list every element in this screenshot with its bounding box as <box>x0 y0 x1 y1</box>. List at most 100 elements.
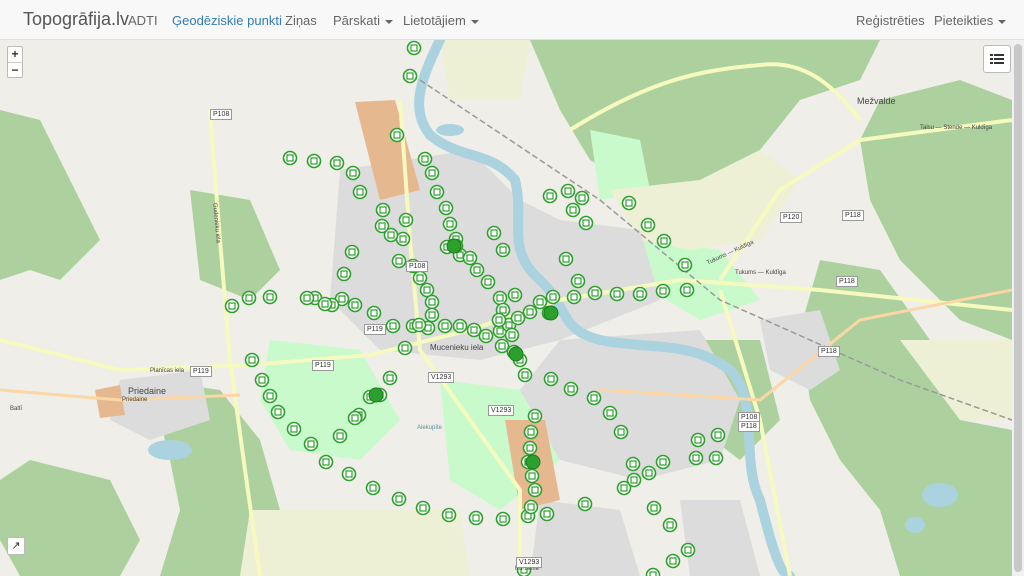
geodetic-point-marker[interactable] <box>491 312 507 328</box>
geodetic-point-marker[interactable] <box>656 233 672 249</box>
geodetic-point-marker[interactable] <box>632 286 648 302</box>
geodetic-point-marker[interactable] <box>523 424 539 440</box>
map-canvas[interactable]: Mežvalde Priedaine Priedaine Mucenieku i… <box>0 40 1012 576</box>
geodetic-point-marker[interactable] <box>710 427 726 443</box>
geodetic-point-marker[interactable] <box>609 286 625 302</box>
geodetic-point-marker[interactable] <box>625 456 641 472</box>
geodetic-point-marker[interactable] <box>480 274 496 290</box>
geodetic-point-marker[interactable] <box>397 340 413 356</box>
geodetic-point-marker[interactable] <box>558 251 574 267</box>
geodetic-point-marker[interactable] <box>626 472 642 488</box>
geodetic-point-marker[interactable] <box>507 287 523 303</box>
geodetic-point-marker[interactable] <box>244 352 260 368</box>
geodetic-point-marker[interactable] <box>385 318 401 334</box>
geodetic-point-marker[interactable] <box>587 285 603 301</box>
nav-geodetic-points[interactable]: Ģeodēziskie punkti <box>172 13 282 28</box>
expand-button[interactable]: ↗ <box>7 537 25 555</box>
geodetic-point-marker[interactable] <box>645 567 661 576</box>
geodetic-point-marker[interactable] <box>545 289 561 305</box>
geodetic-point-marker[interactable] <box>286 421 302 437</box>
geodetic-point-marker[interactable] <box>224 298 240 314</box>
geodetic-point-marker[interactable] <box>522 304 538 320</box>
geodetic-point-marker[interactable] <box>317 296 333 312</box>
geodetic-point-marker[interactable] <box>486 225 502 241</box>
nav-register[interactable]: Reģistrēties <box>856 13 925 28</box>
scrollbar-thumb[interactable] <box>1014 44 1022 572</box>
nav-reports[interactable]: Pārskati <box>333 13 393 28</box>
geodetic-point-marker[interactable] <box>586 390 602 406</box>
geodetic-point-marker[interactable] <box>402 68 418 84</box>
geodetic-point-marker[interactable] <box>395 231 411 247</box>
geodetic-point-marker[interactable] <box>468 510 484 526</box>
geodetic-point-marker[interactable] <box>517 367 533 383</box>
geodetic-point-marker[interactable] <box>510 310 526 326</box>
geodetic-point-marker[interactable] <box>641 465 657 481</box>
geodetic-point-marker[interactable] <box>504 327 520 343</box>
layers-button[interactable] <box>983 45 1011 73</box>
geodetic-point-marker[interactable] <box>282 150 298 166</box>
geodetic-point-marker[interactable] <box>437 318 453 334</box>
geodetic-point-marker[interactable] <box>262 388 278 404</box>
geodetic-point-marker[interactable] <box>613 424 629 440</box>
geodetic-point-marker[interactable] <box>688 450 704 466</box>
geodetic-point-marker[interactable] <box>543 371 559 387</box>
geodetic-point-marker[interactable] <box>429 184 445 200</box>
geodetic-point-marker[interactable] <box>411 317 427 333</box>
nav-adti[interactable]: ADTI <box>128 13 158 28</box>
zoom-in-button[interactable]: + <box>8 47 22 63</box>
geodetic-point-marker[interactable] <box>495 242 511 258</box>
geodetic-point-marker[interactable] <box>375 202 391 218</box>
geodetic-point-marker[interactable] <box>438 200 454 216</box>
geodetic-point-marker[interactable] <box>306 153 322 169</box>
geodetic-point-marker[interactable] <box>527 408 543 424</box>
geodetic-point-marker[interactable] <box>382 370 398 386</box>
geodetic-point-marker[interactable] <box>462 250 478 266</box>
geodetic-point-marker[interactable] <box>391 491 407 507</box>
geodetic-point-marker[interactable] <box>270 404 286 420</box>
geodetic-point-cluster[interactable] <box>525 454 541 470</box>
geodetic-point-marker[interactable] <box>646 500 662 516</box>
geodetic-point-marker[interactable] <box>398 212 414 228</box>
geodetic-point-marker[interactable] <box>524 468 540 484</box>
geodetic-point-marker[interactable] <box>341 466 357 482</box>
geodetic-point-marker[interactable] <box>655 454 671 470</box>
geodetic-point-marker[interactable] <box>492 290 508 306</box>
geodetic-point-marker[interactable] <box>441 507 457 523</box>
geodetic-point-marker[interactable] <box>522 440 538 456</box>
geodetic-point-marker[interactable] <box>570 273 586 289</box>
geodetic-point-marker[interactable] <box>542 188 558 204</box>
geodetic-point-cluster[interactable] <box>368 387 384 403</box>
geodetic-point-marker[interactable] <box>708 450 724 466</box>
geodetic-point-marker[interactable] <box>391 253 407 269</box>
site-brand[interactable]: Topogrāfija.lv <box>23 9 129 30</box>
geodetic-point-marker[interactable] <box>424 165 440 181</box>
geodetic-point-marker[interactable] <box>347 410 363 426</box>
geodetic-point-marker[interactable] <box>318 454 334 470</box>
geodetic-point-marker[interactable] <box>241 290 257 306</box>
geodetic-point-marker[interactable] <box>452 318 468 334</box>
geodetic-point-marker[interactable] <box>365 480 381 496</box>
geodetic-point-marker[interactable] <box>345 165 361 181</box>
geodetic-point-marker[interactable] <box>560 183 576 199</box>
geodetic-point-marker[interactable] <box>389 127 405 143</box>
geodetic-point-marker[interactable] <box>621 195 637 211</box>
geodetic-point-marker[interactable] <box>406 40 422 56</box>
geodetic-point-marker[interactable] <box>419 282 435 298</box>
geodetic-point-marker[interactable] <box>690 432 706 448</box>
geodetic-point-marker[interactable] <box>352 184 368 200</box>
geodetic-point-marker[interactable] <box>640 217 656 233</box>
geodetic-point-marker[interactable] <box>415 500 431 516</box>
geodetic-point-marker[interactable] <box>602 405 618 421</box>
geodetic-point-marker[interactable] <box>347 297 363 313</box>
geodetic-point-marker[interactable] <box>299 290 315 306</box>
geodetic-point-marker[interactable] <box>442 216 458 232</box>
nav-news[interactable]: Ziņas <box>285 13 317 28</box>
geodetic-point-marker[interactable] <box>336 266 352 282</box>
geodetic-point-marker[interactable] <box>424 307 440 323</box>
geodetic-point-marker[interactable] <box>417 151 433 167</box>
geodetic-point-marker[interactable] <box>677 257 693 273</box>
geodetic-point-marker[interactable] <box>578 215 594 231</box>
geodetic-point-marker[interactable] <box>495 511 511 527</box>
geodetic-point-marker[interactable] <box>254 372 270 388</box>
geodetic-point-marker[interactable] <box>478 328 494 344</box>
